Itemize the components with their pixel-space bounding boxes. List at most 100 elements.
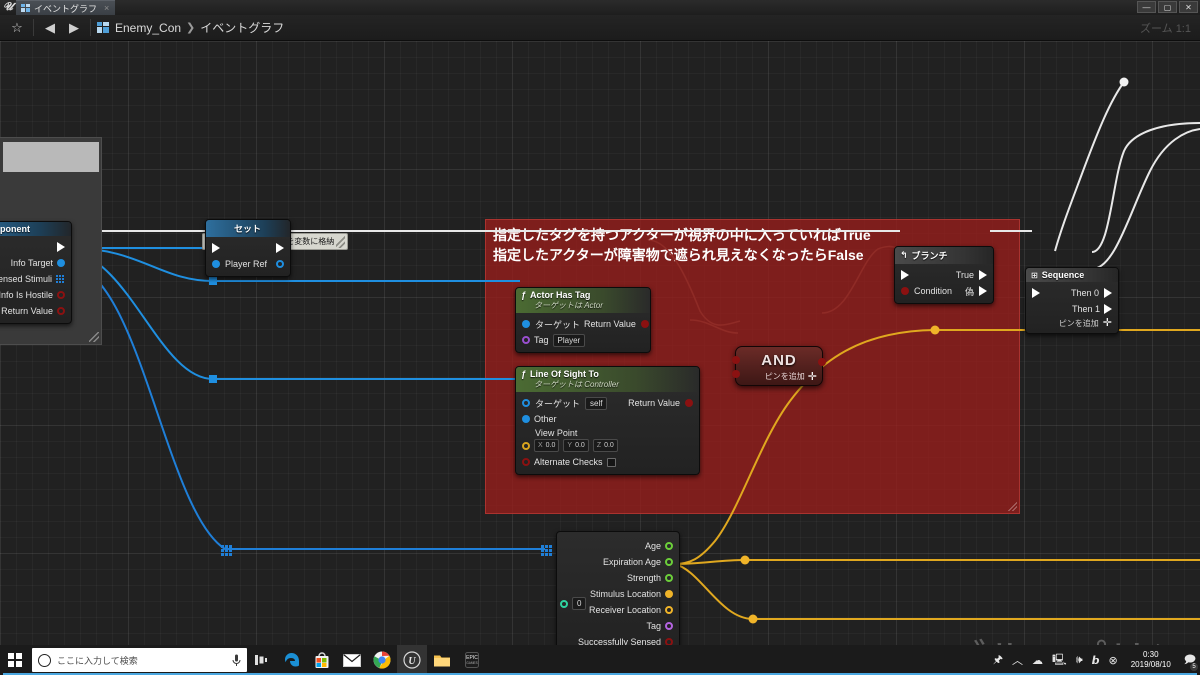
minimize-button[interactable]: — (1137, 1, 1156, 13)
name-out-pin[interactable] (665, 622, 673, 630)
index-value-field[interactable]: 0 (572, 597, 587, 610)
node-sequence[interactable]: ⊞ Sequence Then 0 Then 1 ピンを追加 ✛ (1025, 267, 1119, 334)
maximize-button[interactable]: ▢ (1158, 1, 1177, 13)
breadcrumb-root[interactable]: Enemy_Con (115, 21, 181, 35)
back-arrow-icon[interactable]: ◀ (38, 16, 62, 40)
taskbar-search-input[interactable]: ここに入力して検索 (32, 648, 247, 672)
pin-row[interactable]: True (895, 267, 993, 283)
exec-out-pin[interactable] (276, 243, 284, 253)
volume-icon[interactable]: 🕪 (1076, 654, 1083, 667)
struct-in-pin[interactable] (560, 599, 568, 608)
pin-row[interactable]: ターゲット Return Value (516, 316, 650, 332)
cloud-icon[interactable]: ☁ (1032, 654, 1043, 667)
object-out-pin[interactable] (57, 259, 65, 267)
bool-in-pin-b[interactable] (732, 370, 740, 378)
mail-icon[interactable] (337, 645, 367, 675)
pin-row[interactable]: Then 1 (1026, 301, 1118, 317)
add-pin-button[interactable]: ピンを追加 ✛ (1026, 317, 1118, 329)
exec-out-then0-pin[interactable] (1104, 288, 1112, 298)
node-set-player-ref[interactable]: セット Player Ref (205, 219, 291, 277)
view-point-x[interactable]: X 0.0 (534, 439, 560, 452)
pin-row[interactable]: Successfully Sensed (557, 634, 679, 645)
alternate-checks-checkbox[interactable] (606, 457, 616, 467)
object-out-pin[interactable] (276, 260, 284, 268)
tab-event-graph[interactable]: イベントグラフ × (16, 0, 116, 15)
bool-in-pin-a[interactable] (732, 356, 740, 364)
exec-out-false-pin[interactable] (979, 286, 987, 296)
exec-in-pin[interactable] (212, 243, 220, 253)
bool-out-pin[interactable] (57, 307, 65, 315)
float-out-pin[interactable] (665, 542, 673, 550)
notification-center-icon[interactable]: 🗩 5 (1184, 651, 1198, 671)
other-in-pin[interactable] (522, 415, 530, 423)
pin-row[interactable]: Strength (557, 570, 679, 586)
vector-in-pin[interactable] (522, 441, 530, 450)
epic-icon[interactable]: EPIC GAMES (3, 645, 1197, 675)
pin-row[interactable]: Return Value (0, 303, 71, 319)
tag-value-field[interactable]: Player (552, 333, 586, 347)
pin-row[interactable]: Age (557, 538, 679, 554)
pin-row[interactable]: Condition 偽 (895, 283, 993, 299)
network-icon[interactable]: 🖳 (1052, 651, 1067, 670)
object-in-pin[interactable] (212, 260, 220, 268)
target-in-pin[interactable] (522, 320, 530, 328)
store-icon[interactable] (307, 645, 337, 675)
pin-row[interactable]: Tag (557, 618, 679, 634)
pin-row[interactable]: Then 0 (1026, 285, 1118, 301)
chevron-up-icon[interactable]: ︿ (1012, 652, 1023, 668)
bool-out-pin[interactable] (640, 320, 649, 328)
node-break-ai-stimulus[interactable]: 0 Age Expiration Age Strength Stimulus L… (556, 531, 680, 645)
event-graph-canvas[interactable]: ブループリント 指定したタグを持つアクターが視界の中に入っていればTrue 指定… (0, 41, 1200, 645)
pin-row[interactable]: t Sensed Stimuli (0, 271, 71, 287)
start-button[interactable] (0, 645, 30, 675)
bool-out-pin[interactable] (665, 638, 673, 645)
resize-handle[interactable] (89, 332, 99, 342)
node-actor-has-tag[interactable]: ƒ Actor Has Tag ターゲットは Actor ターゲット Retur… (515, 287, 651, 353)
pin-row[interactable]: Other (516, 411, 699, 427)
favorite-star-icon[interactable]: ☆ (5, 16, 29, 40)
microphone-icon[interactable] (232, 654, 241, 667)
task-view-icon[interactable] (247, 645, 277, 675)
exec-in-pin[interactable] (901, 270, 909, 280)
edge-icon[interactable] (277, 645, 307, 675)
bool-out-pin[interactable] (818, 358, 826, 366)
bluetooth-icon[interactable]: 𝙗 (1092, 654, 1100, 667)
chrome-icon[interactable] (367, 645, 397, 675)
pin-row[interactable]: Info Is Hostile (0, 287, 71, 303)
pin-row[interactable]: Tag Player (516, 332, 650, 348)
unreal-icon[interactable]: U (397, 645, 427, 675)
target-value-field[interactable]: self (585, 396, 608, 410)
bool-out-pin[interactable] (685, 399, 693, 407)
vector-out-pin[interactable] (665, 590, 673, 598)
exec-out-pin[interactable] (57, 242, 65, 252)
pin-row[interactable]: Player Ref (206, 256, 290, 272)
vector-out-pin[interactable] (665, 606, 673, 614)
view-point-row[interactable]: X 0.0 Y 0.0 Z 0.0 (516, 439, 699, 454)
node-perception-component[interactable]: n Component Info Target t Sensed Stimuli… (0, 221, 72, 324)
float-out-pin[interactable] (665, 558, 673, 566)
close-button[interactable]: ✕ (1179, 1, 1198, 13)
pin-row[interactable]: Alternate Checks (516, 454, 699, 470)
pin-row[interactable] (0, 239, 71, 255)
node-line-of-sight-to[interactable]: ƒ Line Of Sight To ターゲットは Controller ターゲ… (515, 366, 700, 475)
resize-handle[interactable] (336, 235, 345, 248)
close-icon[interactable]: × (104, 3, 109, 13)
exec-in-pin[interactable] (1032, 288, 1040, 298)
node-boolean-and[interactable]: AND ピンを追加 ✛ (732, 346, 826, 386)
float-out-pin[interactable] (665, 574, 673, 582)
target-in-pin[interactable] (522, 399, 530, 407)
forward-arrow-icon[interactable]: ▶ (62, 16, 86, 40)
index-input-group[interactable]: 0 (560, 597, 587, 610)
taskbar-clock[interactable]: 0:30 2019/08/10 (1131, 650, 1171, 670)
pin-row[interactable]: Expiration Age (557, 554, 679, 570)
explorer-icon[interactable] (3, 645, 1197, 675)
action-icon[interactable]: ⊗ (1109, 654, 1118, 667)
view-point-z[interactable]: Z 0.0 (592, 439, 618, 452)
bool-in-pin[interactable] (522, 458, 530, 466)
condition-in-pin[interactable] (901, 287, 909, 295)
bool-out-pin[interactable] (57, 291, 65, 299)
pin-row[interactable]: ターゲット self Return Value (516, 395, 699, 411)
exec-out-then1-pin[interactable] (1104, 304, 1112, 314)
breadcrumb-leaf[interactable]: イベントグラフ (200, 19, 284, 36)
pin-row[interactable] (206, 240, 290, 256)
